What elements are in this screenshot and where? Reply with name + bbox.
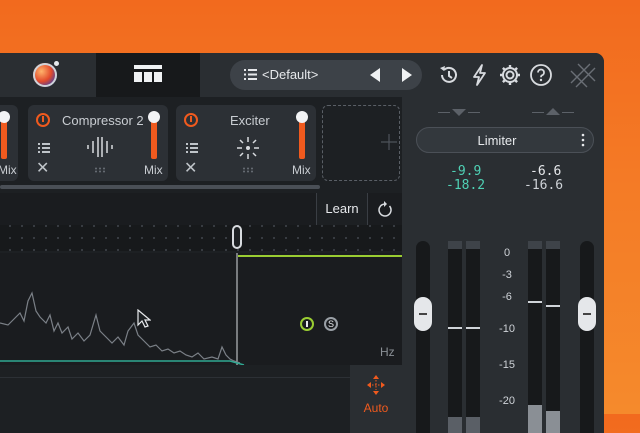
mouse-cursor-icon — [137, 309, 151, 328]
hz-label: Hz — [380, 345, 395, 359]
meter-peak-area — [528, 241, 542, 249]
mix-slider[interactable] — [296, 111, 308, 159]
input-gain-fader-knob[interactable] — [414, 297, 432, 331]
scale-label: 0 — [503, 247, 511, 259]
mix-slider-track — [299, 117, 305, 159]
meter-level — [528, 405, 542, 433]
output-arrow-icon — [546, 108, 560, 115]
lightning-icon[interactable] — [468, 63, 492, 87]
drag-handle-icon[interactable] — [242, 167, 254, 173]
mix-slider-knob[interactable] — [148, 111, 160, 123]
mix-label: Mix — [0, 163, 17, 177]
close-icon[interactable]: ✕ — [184, 161, 197, 177]
meter-peak-area — [466, 241, 480, 249]
input-meter-left — [448, 241, 462, 433]
mix-slider[interactable] — [0, 111, 10, 159]
plugin-logo-button[interactable] — [0, 53, 96, 97]
module-view-tab[interactable] — [96, 53, 200, 97]
gear-icon[interactable] — [498, 63, 522, 87]
plugin-window: <Default> Mix Compressor 2 ✕ Mix Exciter… — [0, 53, 604, 433]
list-icon[interactable] — [38, 143, 50, 153]
meter-peak-area — [546, 241, 560, 249]
power-icon[interactable] — [184, 113, 198, 127]
module-slot-1[interactable]: Mix — [0, 105, 18, 181]
output-peak-readout: -6.6 — [530, 164, 562, 179]
list-icon[interactable] — [186, 143, 198, 153]
compressor-icon — [87, 137, 113, 157]
module-exciter[interactable]: Exciter ✕ Mix — [176, 105, 316, 181]
scale-label: -15 — [499, 359, 515, 371]
meter-peak-line — [546, 305, 560, 307]
mix-slider[interactable] — [148, 111, 160, 159]
spectrum-graph — [0, 253, 402, 365]
reset-icon[interactable] — [377, 201, 393, 217]
input-arrow-icon — [452, 109, 466, 116]
ruler-handle[interactable] — [232, 225, 242, 249]
auto-icon — [367, 375, 385, 395]
mix-slider-track — [151, 117, 157, 159]
input-meter-right — [466, 241, 480, 433]
plugin-logo-dot — [54, 61, 59, 66]
output-gain-fader[interactable] — [578, 241, 596, 433]
preset-selector[interactable]: <Default> — [230, 60, 422, 90]
meter-peak-area — [448, 241, 462, 249]
meter-level — [466, 417, 480, 433]
module-title: Exciter — [230, 113, 270, 128]
limiter-label: Limiter — [477, 133, 517, 148]
spectrum-display[interactable]: S Hz — [0, 253, 402, 365]
scale-label: -3 — [502, 269, 512, 281]
meter-level — [546, 411, 560, 433]
module-compressor-2[interactable]: Compressor 2 ✕ Mix — [28, 105, 168, 181]
drag-handle-icon[interactable] — [94, 167, 106, 173]
mix-slider-knob[interactable] — [296, 111, 308, 123]
power-toggle-icon[interactable] — [300, 317, 314, 331]
mix-label: Mix — [144, 163, 163, 177]
add-module-slot[interactable] — [322, 105, 400, 181]
exciter-icon — [237, 137, 259, 159]
auto-button[interactable]: Auto — [350, 365, 402, 433]
solo-icon[interactable]: S — [324, 317, 338, 331]
meter-peak-line — [466, 327, 480, 329]
bottom-strip — [0, 365, 402, 433]
output-meter-left — [528, 241, 542, 433]
meter-level — [448, 417, 462, 433]
power-icon[interactable] — [36, 113, 50, 127]
mix-slider-knob[interactable] — [0, 111, 10, 123]
input-gain-fader[interactable] — [414, 241, 432, 433]
next-arrow-icon[interactable] — [402, 68, 412, 82]
scale-label: -6 — [502, 291, 512, 303]
scale-label: -10 — [499, 323, 515, 335]
previous-arrow-icon[interactable] — [370, 68, 380, 82]
izotope-logo-icon — [570, 63, 596, 88]
limiter-selector[interactable]: Limiter — [416, 127, 594, 153]
learn-button[interactable]: Learn — [316, 193, 368, 225]
auto-label: Auto — [363, 401, 389, 415]
help-icon[interactable] — [529, 63, 553, 87]
input-rms-readout: -18.2 — [446, 178, 486, 193]
output-meter-right — [546, 241, 560, 433]
history-icon[interactable] — [437, 63, 461, 87]
output-gain-fader-knob[interactable] — [578, 297, 596, 331]
preset-name: <Default> — [262, 67, 319, 82]
meter-peak-line — [528, 301, 542, 303]
scale-label: -20 — [499, 395, 515, 407]
list-icon — [244, 69, 257, 80]
mix-slider-track — [1, 117, 7, 159]
spectrum-curve — [0, 291, 241, 364]
module-title: Compressor 2 — [62, 113, 144, 128]
module-view-icon — [134, 65, 162, 82]
plus-icon — [381, 134, 397, 150]
mix-label: Mix — [292, 163, 311, 177]
close-icon[interactable]: ✕ — [36, 161, 49, 177]
input-peak-readout: -9.9 — [450, 164, 482, 179]
module-scrollbar[interactable] — [0, 185, 320, 189]
plugin-logo-icon — [33, 63, 57, 87]
more-options-icon[interactable] — [581, 132, 585, 148]
meter-peak-line — [448, 327, 462, 329]
output-panel: Limiter -9.9 -18.2 -6.6 -16.6 0 -3 -6 -1… — [402, 97, 604, 433]
frequency-ruler[interactable] — [0, 225, 402, 251]
output-rms-readout: -16.6 — [524, 178, 564, 193]
top-bar: <Default> — [0, 53, 604, 97]
